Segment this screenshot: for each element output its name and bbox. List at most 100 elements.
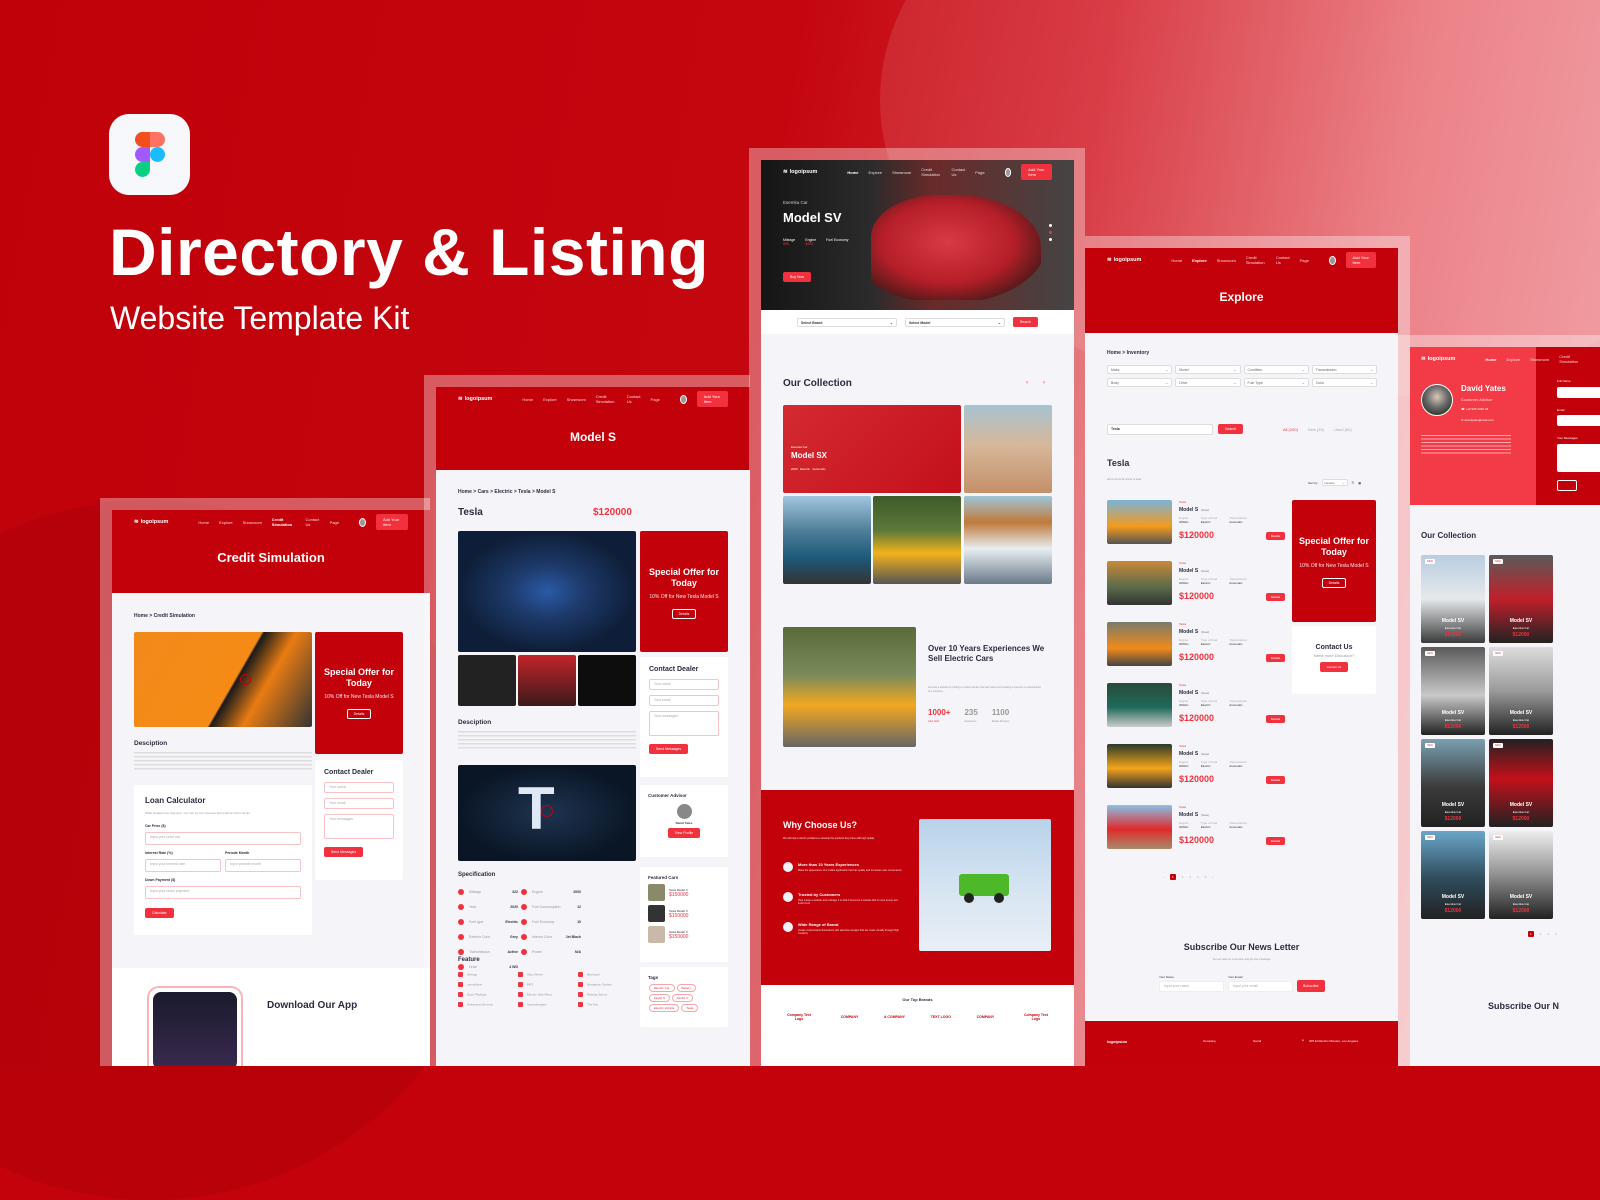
brand-logo[interactable]: Company Text Logo [1020, 1013, 1052, 1021]
collection-card[interactable]: NEW Model SV Esemka Car $12000 [1421, 831, 1485, 919]
collection-card[interactable]: NEW Model SV Esemka Car $12000 [1421, 739, 1485, 827]
nav-explore[interactable]: Explore [1507, 357, 1521, 362]
add-item-button[interactable]: Add Your Item [1021, 164, 1052, 180]
nav-explore[interactable]: Explore [869, 170, 883, 175]
tag-chip[interactable]: Model X [672, 994, 694, 1002]
avatar[interactable] [359, 517, 367, 527]
nav-page[interactable]: Page [1300, 258, 1309, 263]
nav-contact[interactable]: Contact Us [951, 167, 965, 177]
nav-home[interactable]: Home [1171, 258, 1182, 263]
brand-logo[interactable]: A COMPANY [884, 1015, 905, 1019]
slider-dots[interactable] [1049, 224, 1052, 241]
nav-showroom[interactable]: Showroom [567, 397, 586, 402]
collection-image[interactable] [964, 496, 1052, 584]
nav-credit[interactable]: Credit Simulation [921, 167, 941, 177]
nav-contact[interactable]: Contact Us [305, 517, 319, 527]
collection-image[interactable] [783, 496, 871, 584]
add-item-button[interactable]: Add Your Item [1345, 252, 1376, 268]
logo[interactable]: ≋ logoipsum [134, 519, 168, 525]
list-view-icon[interactable]: ☰ [1352, 481, 1355, 485]
nav-showroom[interactable]: Showroom [243, 520, 262, 525]
details-button[interactable]: Details [1265, 715, 1285, 723]
subscribe-button[interactable]: Subscribe [1297, 980, 1325, 992]
page-number[interactable]: 1 [1170, 874, 1176, 880]
collection-image[interactable] [873, 496, 961, 584]
prev-page-icon[interactable]: ‹ [1521, 932, 1522, 936]
email-input[interactable]: Your email [324, 798, 394, 809]
filter-select[interactable]: Model ⌄ [1175, 365, 1241, 374]
filter-select[interactable]: Body ⌄ [1107, 378, 1173, 387]
select-model[interactable]: Select Model ⌄ [904, 317, 1005, 327]
contact-us-button[interactable]: Contact Us [1319, 661, 1349, 672]
nav-contact[interactable]: Contact Us [627, 394, 641, 404]
checkbox-icon[interactable] [518, 1002, 523, 1007]
featured-car-item[interactable]: Tesla Model X $150000 [648, 926, 720, 943]
next-arrow-icon[interactable]: › [1043, 380, 1045, 386]
thumb-image[interactable] [578, 655, 636, 706]
nav-showroom[interactable]: Showroom [1217, 258, 1236, 263]
nav-page[interactable]: Page [975, 170, 984, 175]
period-input[interactable]: Input periode month [225, 858, 301, 872]
listing-thumb[interactable] [1107, 500, 1172, 544]
add-item-button[interactable]: Add Your Item [376, 514, 408, 530]
nav-home[interactable]: Home [1485, 357, 1496, 362]
nav-contact[interactable]: Contact Us [1276, 255, 1290, 265]
nav-page[interactable]: Page [330, 520, 339, 525]
page-number[interactable]: 4 [1197, 875, 1199, 879]
collection-card[interactable]: NEW Model SV Esemka Car $12000 [1489, 647, 1553, 735]
search-button[interactable]: Search [1012, 317, 1039, 327]
filter-select[interactable]: Color ⌄ [1311, 378, 1377, 387]
nav-explore[interactable]: Explore [219, 520, 233, 525]
checkbox-icon[interactable] [518, 992, 523, 997]
checkbox-icon[interactable] [458, 972, 463, 977]
prev-arrow-icon[interactable]: ‹ [1026, 380, 1028, 386]
collection-card[interactable]: NEW Model SV Esemka Car $12000 [1489, 555, 1553, 643]
calculate-button[interactable]: Calculate [145, 907, 174, 918]
logo[interactable]: ≋ logoipsum [1421, 356, 1455, 362]
select-brand[interactable]: Select Brand ⌄ [796, 317, 897, 327]
nav-showroom[interactable]: Showroom [1530, 357, 1549, 362]
tab-new[interactable]: New (40) [1308, 427, 1324, 432]
details-button[interactable]: Details [1265, 837, 1285, 845]
page-number[interactable]: 4 [1555, 932, 1557, 936]
message-input[interactable] [1557, 444, 1600, 472]
newsletter-name-input[interactable]: Input your name [1159, 981, 1224, 992]
details-button[interactable]: Details [1265, 593, 1285, 601]
details-button[interactable]: Details [346, 709, 372, 719]
listing-thumb[interactable] [1107, 561, 1172, 605]
nav-credit[interactable]: Credit Simulation [596, 394, 617, 404]
next-page-icon[interactable]: › [1212, 875, 1213, 879]
avatar[interactable] [1004, 167, 1012, 177]
name-input[interactable]: Your name [649, 679, 719, 690]
tag-chip[interactable]: Electric Car [649, 984, 675, 992]
listing-thumb[interactable] [1107, 683, 1172, 727]
details-button[interactable]: Details [1265, 532, 1285, 540]
logo[interactable]: ≋ logoipsum [458, 396, 492, 402]
page-number[interactable]: 1 [1528, 931, 1534, 937]
details-button[interactable]: Details [1321, 578, 1347, 588]
buy-now-button[interactable]: Buy Now [783, 272, 812, 282]
checkbox-icon[interactable] [518, 972, 523, 977]
car-price-input[interactable]: Input your price car [145, 831, 301, 845]
brand-logo[interactable]: COMPANY [977, 1015, 995, 1019]
nav-credit[interactable]: Credit Simulation [1559, 354, 1589, 364]
down-payment-input[interactable]: Input your down payment [145, 885, 301, 899]
email-input[interactable] [1557, 415, 1600, 426]
play-icon[interactable] [240, 674, 251, 685]
tab-used[interactable]: Used (60) [1334, 427, 1352, 432]
page-number[interactable]: 2 [1182, 875, 1184, 879]
nav-credit[interactable]: Credit Simulation [272, 517, 296, 527]
tag-chip[interactable]: Battery [676, 984, 697, 992]
filter-select[interactable]: Condition ⌄ [1243, 365, 1309, 374]
tag-chip[interactable]: Model S [649, 994, 671, 1002]
page-number[interactable]: 2 [1540, 932, 1542, 936]
name-input[interactable]: Your name [324, 782, 394, 793]
search-button[interactable]: Search [1218, 424, 1244, 434]
tag-chip[interactable]: Electric Vehicle [649, 1004, 680, 1012]
nav-credit[interactable]: Credit Simulation [1246, 255, 1266, 265]
brand-logo[interactable]: COMPANY [841, 1015, 859, 1019]
send-messages-button[interactable]: Send Messages [324, 847, 364, 857]
message-input[interactable]: Your messages [649, 711, 719, 736]
checkbox-icon[interactable] [578, 972, 583, 977]
nav-page[interactable]: Page [651, 397, 660, 402]
